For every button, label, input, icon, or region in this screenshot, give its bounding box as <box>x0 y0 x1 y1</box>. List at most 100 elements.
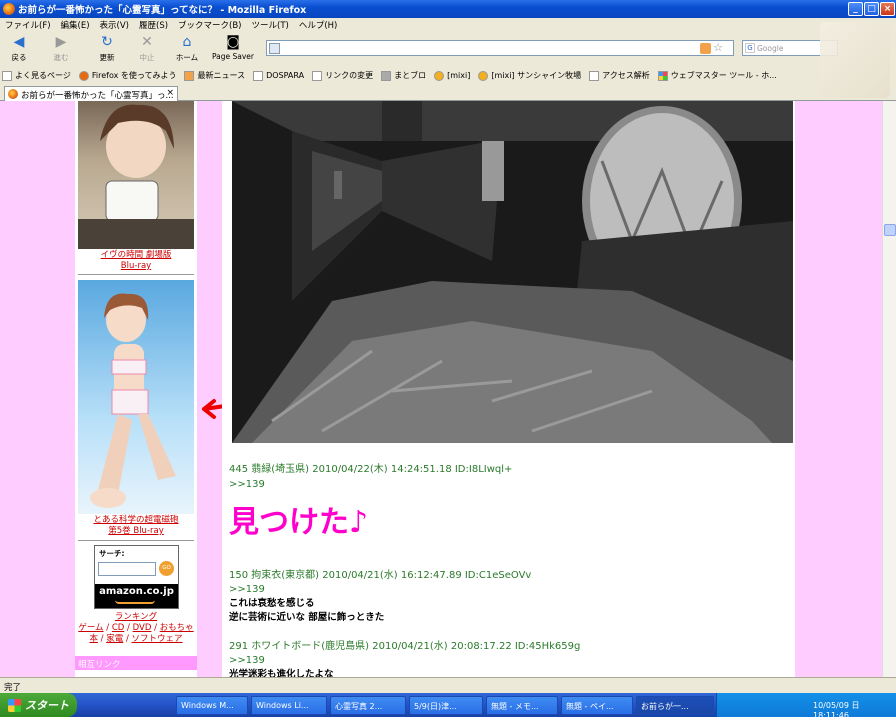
tab-bar: お前らが一番怖かった「心霊写真」っ... × <box>0 85 896 101</box>
main-content: 445 翡緑(埼玉県) 2010/04/22(木) 14:24:51.18 ID… <box>222 101 795 677</box>
amazon-smile-icon <box>115 600 155 604</box>
post-anchor-link[interactable]: >>139 <box>229 583 265 597</box>
taskbar-item[interactable]: 5/9(日)津... <box>409 695 483 715</box>
link-toys[interactable]: おもちゃ <box>160 623 194 633</box>
theme-decoration <box>820 22 890 98</box>
post-highlight-text: 見つけた♪ <box>229 505 369 540</box>
stop-button[interactable]: ✕ 中止 <box>130 34 164 64</box>
link-cd[interactable]: CD <box>112 623 124 633</box>
link-electronics[interactable]: 家電 <box>106 634 123 644</box>
rss-icon <box>184 70 195 81</box>
sidebar: イヴの時間 劇場版 Blu-ray とある科学の超電磁砲 第5巻 Blu-ray… <box>75 101 197 677</box>
home-button[interactable]: ⌂ ホーム <box>170 34 204 64</box>
minimize-button[interactable]: _ <box>848 2 863 16</box>
bookmark-item[interactable]: 最新ニュース <box>184 70 245 81</box>
start-button[interactable]: スタート <box>0 693 77 717</box>
folder-icon <box>2 70 12 81</box>
divider <box>78 540 194 541</box>
bookmark-item[interactable]: よく見るページ <box>2 70 71 81</box>
link-dvd[interactable]: DVD <box>133 623 152 633</box>
stop-icon: ✕ <box>141 34 153 50</box>
ad-railgun-link[interactable]: とある科学の超電磁砲 第5巻 Blu-ray <box>75 515 197 537</box>
tab-active[interactable]: お前らが一番怖かった「心霊写真」っ... × <box>4 86 178 101</box>
scrollbar-thumb[interactable] <box>884 224 896 236</box>
bookmark-item[interactable]: [mixi] <box>434 70 470 81</box>
link-game[interactable]: ゲーム <box>78 623 103 633</box>
windows-logo-icon <box>8 698 21 712</box>
menu-file[interactable]: ファイル(F) <box>0 18 56 32</box>
taskbar-item[interactable]: 心霊写真 2... <box>330 695 406 715</box>
back-button[interactable]: ◀ 戻る <box>2 34 36 64</box>
taskbar-item-active[interactable]: お前らが一... <box>636 695 714 715</box>
post-anchor-link[interactable]: >>139 <box>229 478 265 492</box>
taskbar-item[interactable]: 無題 - メモ... <box>486 695 558 715</box>
bookmark-star-icon[interactable]: ☆ <box>713 41 723 54</box>
category-links-row1: ゲーム / CD / DVD / おもちゃ <box>78 623 194 633</box>
home-icon: ⌂ <box>182 34 192 50</box>
mixi-icon <box>478 70 489 81</box>
bookmark-item[interactable]: [mixi] サンシャイン牧場 <box>478 70 581 81</box>
mixi-icon <box>434 70 445 81</box>
firefox-icon <box>8 89 18 99</box>
rss-icon[interactable] <box>700 43 711 54</box>
close-button[interactable]: × <box>880 2 895 16</box>
ranking-link[interactable]: ランキング <box>75 612 197 623</box>
page-saver-button[interactable]: ◙ Page Saver <box>210 34 256 64</box>
menu-view[interactable]: 表示(V) <box>95 18 134 32</box>
bookmark-item[interactable]: Firefox を使ってみよう <box>78 70 176 81</box>
category-links-row2: 本 / 家電 / ソフトウェア <box>89 634 183 644</box>
status-bar: 完了 <box>0 677 896 693</box>
window-title: お前らが一番怖かった「心霊写真」ってなに？ - Mozilla Firefox <box>18 5 307 16</box>
amazon-search-widget: サーチ: GO amazon.co.jp <box>94 545 179 609</box>
maximize-button[interactable]: □ <box>864 2 879 16</box>
post-header: 291 ホワイトボード(鹿児島県) 2010/04/21(水) 20:08:17… <box>229 641 581 652</box>
webmaster-icon <box>657 70 668 81</box>
back-arrow-icon: ◀ <box>13 34 25 50</box>
menu-tools[interactable]: ツール(T) <box>247 18 294 32</box>
close-tab-icon[interactable]: × <box>166 88 174 98</box>
address-bar[interactable]: ☆ <box>266 40 734 56</box>
amazon-logo[interactable]: amazon.co.jp <box>95 586 178 597</box>
anime-girl-image <box>90 293 176 508</box>
page-icon <box>381 70 392 81</box>
camera-icon: ◙ <box>226 34 240 50</box>
divider <box>78 274 194 275</box>
taskbar-item[interactable]: Windows Li... <box>251 695 327 715</box>
vertical-scrollbar[interactable] <box>882 101 896 677</box>
page-icon <box>253 70 264 81</box>
menu-bookmarks[interactable]: ブックマーク(B) <box>173 18 246 32</box>
link-software[interactable]: ソフトウェア <box>132 634 183 644</box>
clock[interactable]: 10/05/09 日 18:11:46 <box>813 701 859 720</box>
taskbar-item[interactable]: Windows M... <box>176 695 248 715</box>
browser-window: お前らが一番怖かった「心霊写真」ってなに？ - Mozilla Firefox … <box>0 0 896 720</box>
abandoned-corridor-image <box>232 101 793 443</box>
firefox-icon <box>3 3 15 15</box>
bookmark-item[interactable]: DOSPARA <box>253 70 304 81</box>
forward-arrow-icon: ▶ <box>55 34 67 50</box>
ad-railgun[interactable] <box>78 280 194 514</box>
bookmark-item[interactable]: リンクの変更 <box>312 70 373 81</box>
post-anchor-link[interactable]: >>139 <box>229 654 265 668</box>
forward-button[interactable]: ▶ 進む <box>44 34 78 64</box>
amazon-search-input[interactable] <box>98 562 156 576</box>
menu-help[interactable]: ヘルプ(H) <box>294 18 343 32</box>
taskbar-item[interactable]: 無題 - ペイ... <box>561 695 633 715</box>
ruins-photo <box>232 101 793 443</box>
ad-eve-no-jikan[interactable] <box>78 101 194 249</box>
menu-edit[interactable]: 編集(E) <box>56 18 95 32</box>
post-body-line: 逆に芸術に近いな 部屋に飾っときた <box>229 612 385 623</box>
menu-history[interactable]: 履歴(S) <box>134 18 173 32</box>
site-favicon <box>269 43 280 54</box>
reload-icon: ↻ <box>101 34 113 50</box>
menu-bar: ファイル(F) 編集(E) 表示(V) 履歴(S) ブックマーク(B) ツール(… <box>0 18 896 32</box>
amazon-search-label: サーチ: <box>99 549 125 558</box>
reload-button[interactable]: ↻ 更新 <box>90 34 124 64</box>
post-body-line: これは哀愁を感じる <box>229 598 315 609</box>
bookmark-item[interactable]: ウェブマスター ツール - ホ... <box>657 70 777 81</box>
ad-eve-link[interactable]: イヴの時間 劇場版 Blu-ray <box>75 250 197 272</box>
taskbar: スタート Windows M... Windows Li... 心霊写真 2..… <box>0 693 896 720</box>
bookmark-item[interactable]: まとブロ <box>381 70 426 81</box>
bookmark-item[interactable]: アクセス解析 <box>589 70 650 81</box>
amazon-go-button[interactable]: GO <box>159 561 174 576</box>
link-books[interactable]: 本 <box>89 634 98 644</box>
